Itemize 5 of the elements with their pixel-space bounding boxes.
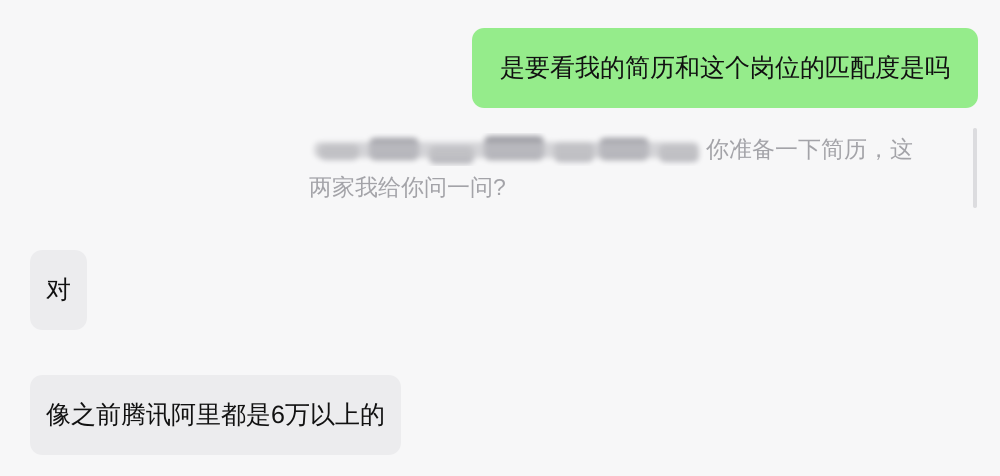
sent-message-bubble: 是要看我的简历和这个岗位的匹配度是吗 xyxy=(472,28,978,108)
received-message-bubble: 像之前腾讯阿里都是6万以上的 xyxy=(30,375,401,455)
quoted-message-line: 两家我给你问一问? xyxy=(309,173,506,202)
quoted-message-line: 你准备一下简历，这 xyxy=(706,135,913,164)
received-message-bubble: 对 xyxy=(30,250,87,330)
